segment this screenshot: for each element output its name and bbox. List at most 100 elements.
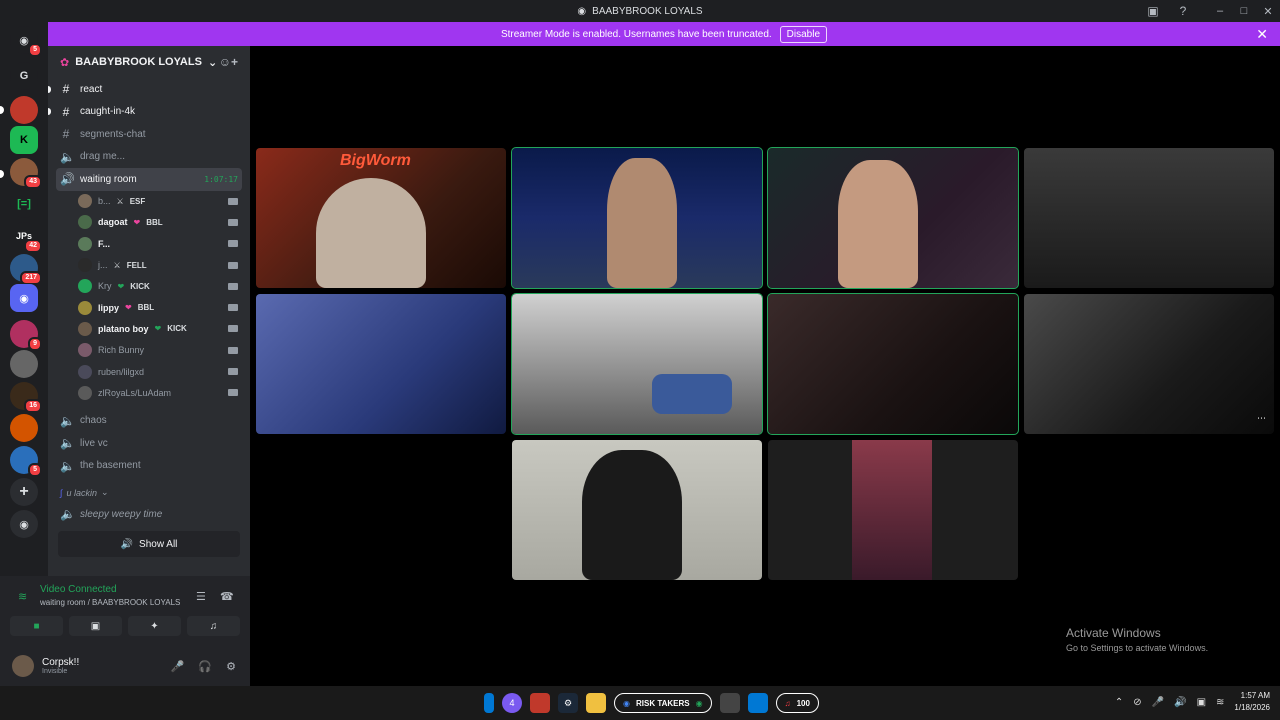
voice-member[interactable]: j... ⚔ FELL [48, 254, 250, 275]
user-name[interactable]: Corpsk!! [42, 657, 79, 668]
video-tile[interactable] [767, 147, 1019, 289]
system-tray: ⌃ ⊘ 🎤 🔊 ▣ ≋ 1:57 AM 1/18/2026 [1115, 690, 1270, 714]
camera-icon [228, 197, 238, 205]
add-server-icon[interactable]: + [10, 478, 38, 506]
speaker-icon: 🔊 [120, 538, 134, 550]
channel-the-basement[interactable]: 🔈 the basement [48, 454, 250, 477]
gear-icon[interactable]: ⚙ [226, 660, 236, 673]
video-tile[interactable] [511, 293, 763, 435]
activities-button[interactable]: ✦ [128, 616, 181, 636]
chevron-down-icon: ⌄ [100, 487, 109, 498]
signal-icon[interactable]: ≋ [18, 590, 27, 603]
server-9[interactable]: 9 [10, 320, 42, 351]
avatar [78, 215, 92, 230]
channel-drag-me[interactable]: 🔈 drag me... [48, 146, 250, 169]
guild-header[interactable]: ✿ BAABYBROOK LOYALS ⌄ ☺+ [48, 46, 250, 78]
clock[interactable]: 1:57 AM 1/18/2026 [1234, 690, 1270, 714]
microphone-icon[interactable]: 🎤 [171, 660, 185, 673]
voice-member[interactable]: lippy ❤ BBL [48, 297, 250, 318]
inbox-icon[interactable]: ▣ [1145, 3, 1161, 19]
outlook-icon[interactable] [747, 693, 768, 713]
show-all-button[interactable]: 🔊 Show All [58, 531, 240, 558]
voice-location[interactable]: waiting room / BAABYBROOK LOYALS [40, 598, 180, 607]
video-tile[interactable] [512, 440, 762, 580]
server-5[interactable]: 5 [10, 446, 42, 477]
close-icon[interactable]: ✕ [1256, 26, 1268, 43]
channel-segments-chat[interactable]: # segments-chat [48, 123, 250, 146]
video-tile[interactable] [511, 147, 763, 289]
noise-suppression-icon[interactable]: ☰ [196, 590, 206, 603]
server-grid[interactable] [10, 350, 38, 378]
voice-status[interactable]: Video Connected [40, 584, 117, 595]
minimize-button[interactable]: – [1208, 5, 1232, 17]
channel-waiting-room[interactable]: 🔊 waiting room 1:07:17 [56, 168, 242, 191]
speaker-icon: 🔈 [60, 507, 75, 522]
screen-share-button[interactable]: ▣ [69, 616, 122, 636]
hash-icon: # [62, 127, 70, 142]
chevron-up-icon[interactable]: ⌃ [1115, 697, 1123, 708]
channel-caught-in-4k[interactable]: # caught-in-4k [48, 101, 250, 124]
windows-start-icon[interactable] [484, 693, 494, 713]
video-tile[interactable] [1024, 148, 1274, 288]
network-off-icon[interactable]: ⊘ [1133, 697, 1141, 708]
voice-member[interactable]: Rich Bunny [48, 340, 250, 361]
server-fire[interactable] [10, 414, 38, 442]
category-u-lackin[interactable]: ∫ u lackin ⌄ [48, 483, 250, 503]
discover-icon[interactable]: ◉ [10, 510, 38, 538]
voice-member[interactable]: b... ⚔ ESF [48, 191, 250, 212]
home-discord-icon[interactable]: ◉ 5 [10, 26, 42, 57]
disconnect-icon[interactable]: ☎ [220, 590, 234, 603]
camera-icon [228, 346, 238, 354]
channel-chaos[interactable]: 🔈 chaos [48, 409, 250, 432]
wifi-icon[interactable]: ≋ [1216, 697, 1224, 708]
invite-people-icon[interactable]: ☺+ [219, 55, 238, 69]
close-window-button[interactable]: ✕ [1256, 5, 1280, 18]
voice-member[interactable]: ruben/lilgxd [48, 361, 250, 382]
avatar[interactable] [12, 655, 34, 677]
channel-live-vc[interactable]: 🔈 live vc [48, 432, 250, 455]
video-tile[interactable] [767, 293, 1019, 435]
soundboard-button[interactable]: ♫ [187, 616, 240, 636]
server-active[interactable]: ◉ [10, 284, 38, 312]
music-app-button[interactable]: ♫ 100 [775, 693, 819, 713]
channel-react[interactable]: # react [48, 78, 250, 101]
streamer-mode-banner: Streamer Mode is enabled. Usernames have… [48, 22, 1280, 46]
headphones-icon[interactable]: 🎧 [198, 660, 212, 673]
display-icon[interactable]: ▣ [1197, 697, 1206, 708]
video-tile[interactable]: BigWorm [256, 148, 506, 288]
app-icon[interactable] [530, 693, 550, 713]
speaker-icon: 🔊 [60, 172, 75, 187]
server-16[interactable]: 16 [10, 382, 42, 413]
maximize-button[interactable]: □ [1232, 5, 1256, 17]
window-title: ◉ BAABYBROOK LOYALS [577, 5, 703, 17]
chrome-risk-takers-button[interactable]: ◉ RISK TAKERS ◉ [614, 693, 712, 713]
widget-icon[interactable]: 4 [502, 693, 522, 713]
video-tile[interactable]: ⋯ [1024, 294, 1274, 434]
help-icon[interactable]: ? [1175, 3, 1191, 19]
video-tile[interactable] [256, 294, 506, 434]
microphone-icon[interactable]: 🎤 [1152, 697, 1164, 708]
voice-member[interactable]: Kry ❤ KICK [48, 276, 250, 297]
server-bracket[interactable]: [=] [10, 190, 38, 218]
voice-member[interactable]: platano boy ❤ KICK [48, 318, 250, 339]
heart-icon: ❤ [154, 324, 162, 334]
voice-member[interactable]: dagoat ❤ BBL [48, 212, 250, 233]
steam-icon[interactable]: ⚙ [558, 693, 578, 713]
server-jps[interactable]: JPs 42 [10, 222, 42, 253]
voice-member[interactable]: F... [48, 233, 250, 254]
folder-icon[interactable] [586, 693, 606, 713]
more-options-icon[interactable]: ⋯ [1257, 413, 1266, 424]
channel-sidebar: ✿ BAABYBROOK LOYALS ⌄ ☺+ # react # caught-… [48, 46, 250, 576]
server-217[interactable]: 217 [10, 254, 42, 285]
server-g[interactable]: G [10, 62, 38, 90]
disable-streamer-mode-button[interactable]: Disable [779, 25, 828, 43]
voice-member[interactable]: zlRoyaLs/LuAdam [48, 382, 250, 403]
calculator-icon[interactable] [719, 693, 740, 713]
volume-icon[interactable]: 🔊 [1174, 697, 1186, 708]
server-kick[interactable]: K [10, 126, 38, 154]
channel-sleepy-weepy-time[interactable]: 🔈 sleepy weepy time [48, 503, 250, 526]
server-red[interactable] [10, 96, 38, 124]
server-43[interactable]: 43 [10, 158, 42, 189]
camera-button[interactable]: ■ [10, 616, 63, 636]
video-tile[interactable] [768, 440, 1018, 580]
